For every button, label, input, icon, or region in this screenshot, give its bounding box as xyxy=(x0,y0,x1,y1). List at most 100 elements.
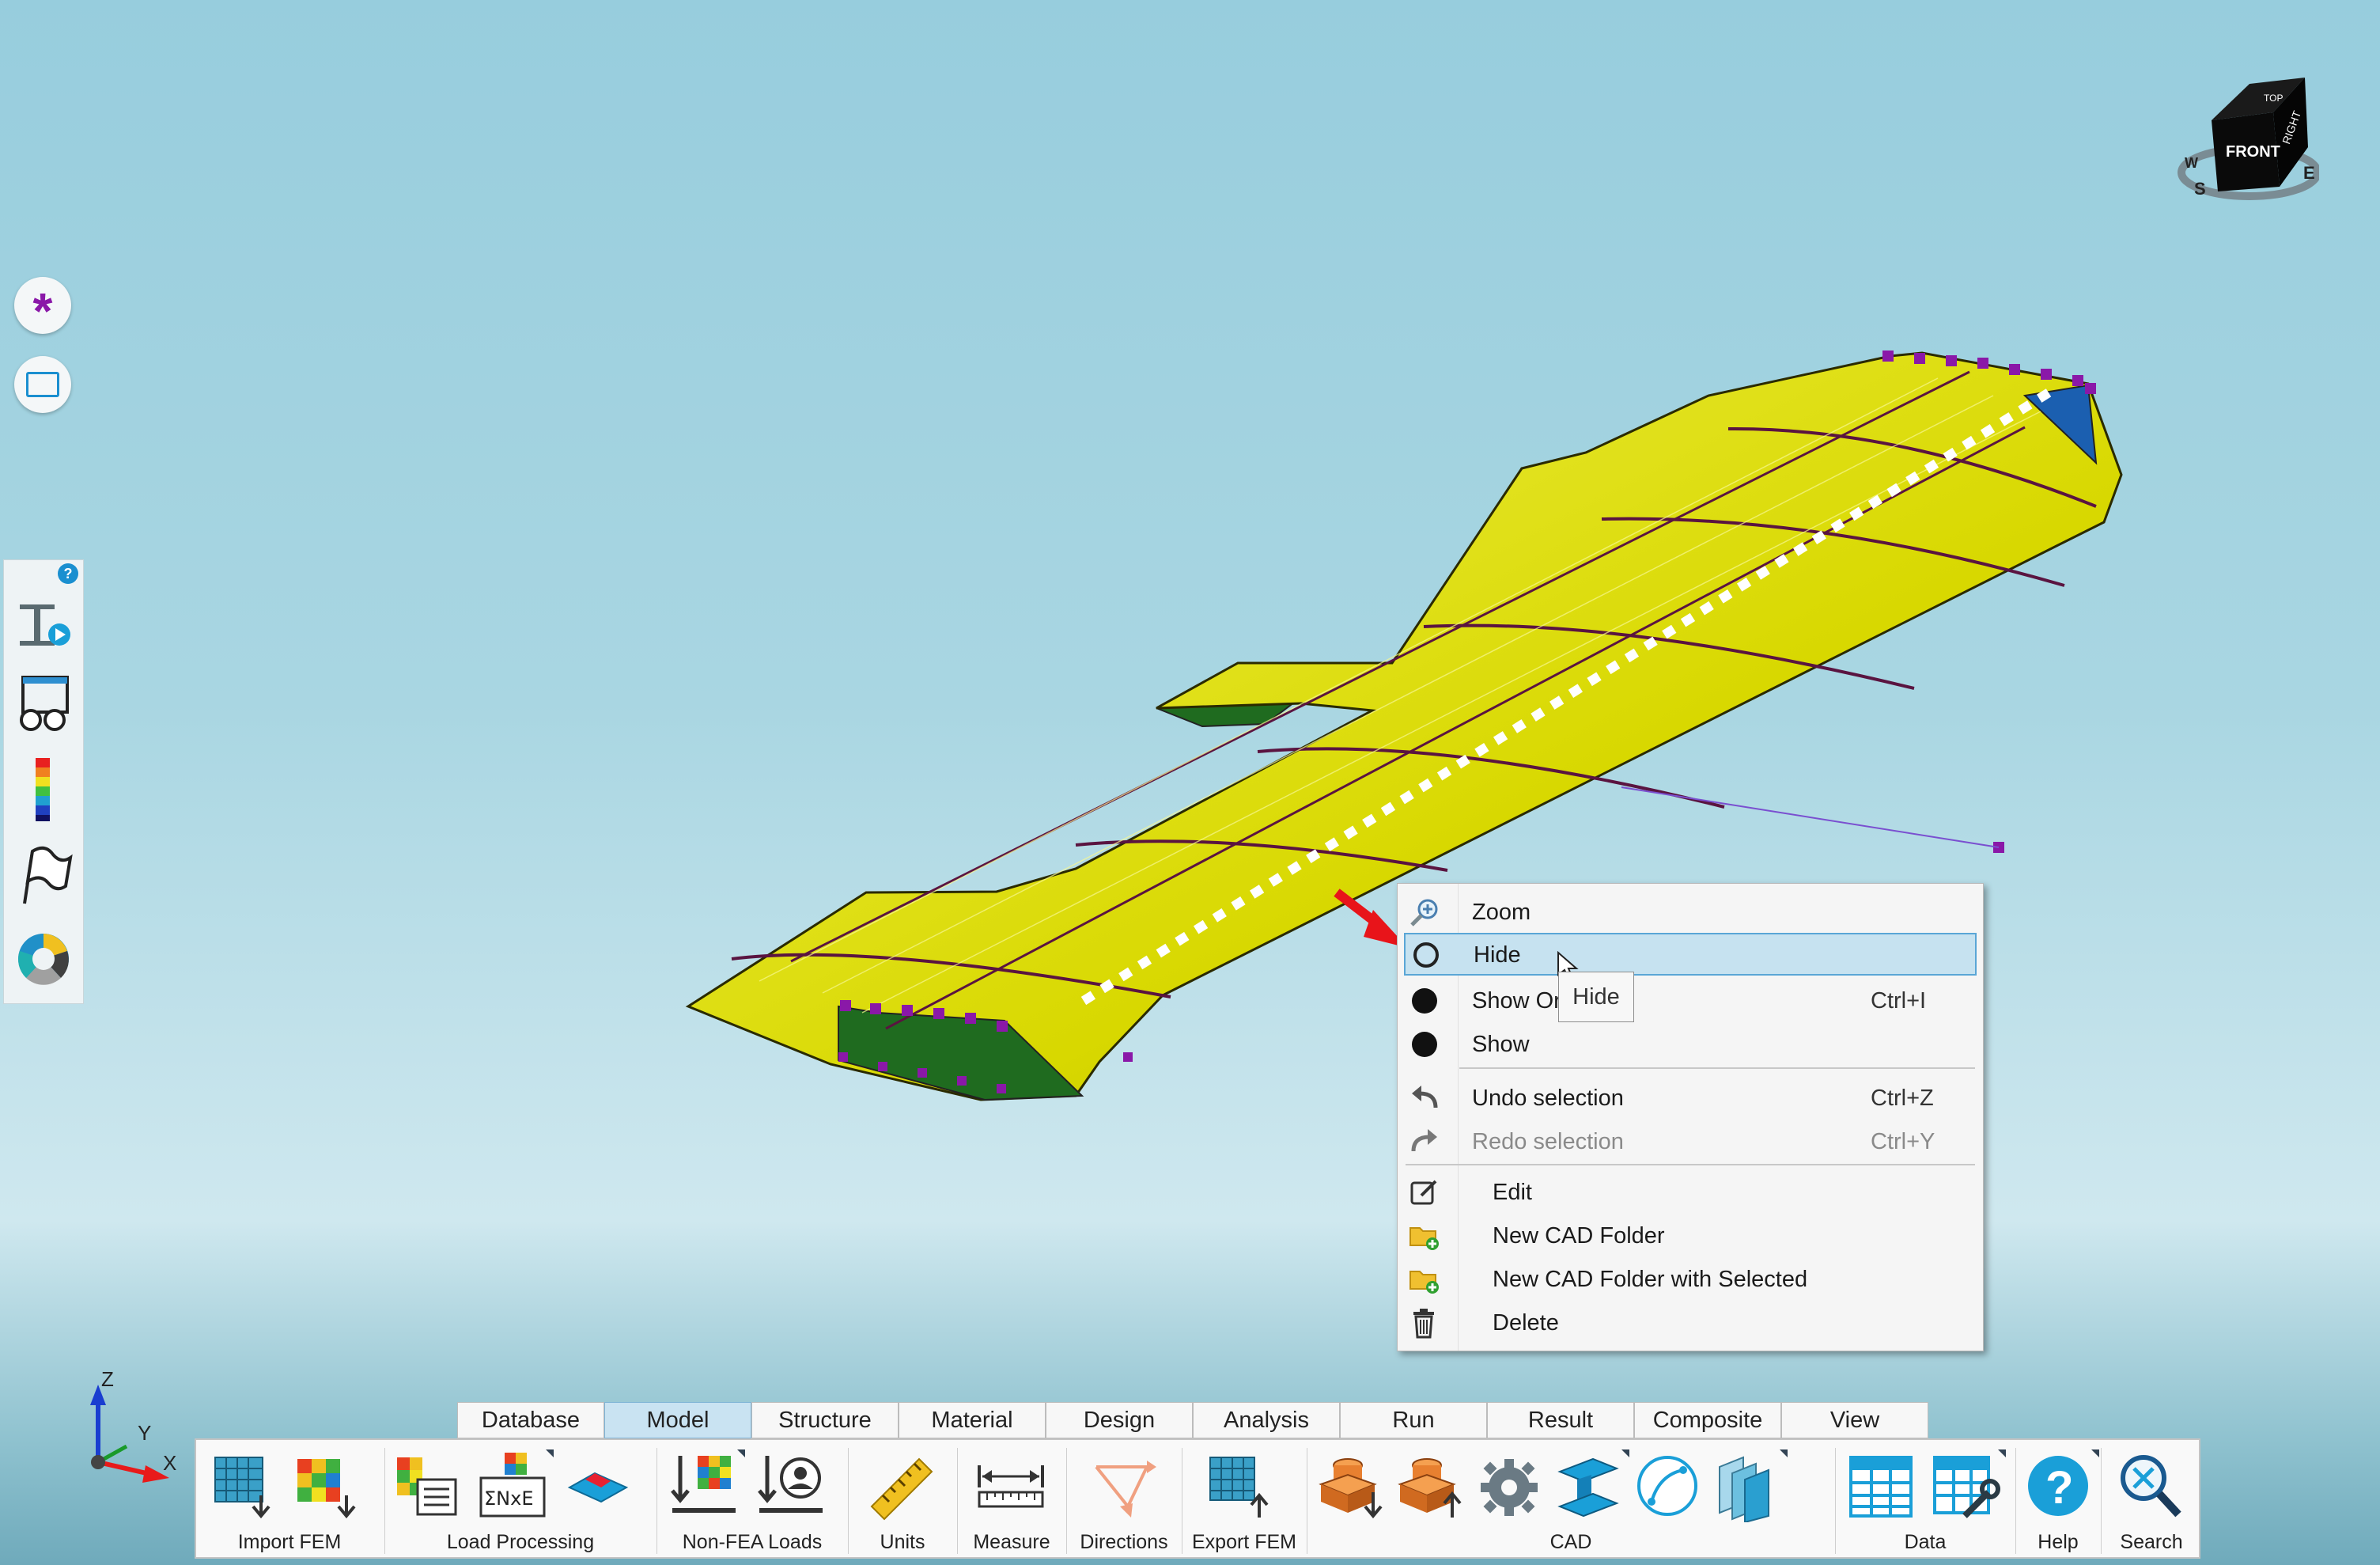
tab-model[interactable]: Model xyxy=(604,1402,751,1438)
data-table-edit-button[interactable] xyxy=(1930,1449,2006,1522)
tab-composite[interactable]: Composite xyxy=(1634,1402,1781,1438)
dropdown-corner-icon xyxy=(546,1449,554,1457)
menu-item-show-only[interactable]: Show Or Ctrl+I xyxy=(1398,979,1983,1021)
tab-analysis[interactable]: Analysis xyxy=(1193,1402,1340,1438)
menu-separator xyxy=(1406,1164,1975,1165)
import-fem-button[interactable] xyxy=(212,1451,283,1522)
group-separator xyxy=(848,1448,849,1554)
directions-button[interactable] xyxy=(1088,1451,1160,1522)
group-export-fem: Export FEM xyxy=(1183,1440,1305,1557)
cad-settings-button[interactable] xyxy=(1474,1451,1546,1522)
menu-item-undo-selection[interactable]: Undo selection Ctrl+Z xyxy=(1398,1076,1983,1119)
cube-face-front[interactable]: FRONT xyxy=(2226,143,2280,161)
data-table-button[interactable] xyxy=(1846,1451,1917,1522)
menu-label-edit: Edit xyxy=(1493,1180,1532,1205)
menu-label-delete: Delete xyxy=(1493,1310,1559,1336)
menu-label-show: Show xyxy=(1472,1032,1530,1057)
group-separator xyxy=(1066,1448,1067,1554)
user-loads-button[interactable] xyxy=(756,1451,827,1522)
dropdown-corner-icon xyxy=(737,1449,745,1457)
load-list-button[interactable] xyxy=(394,1451,465,1522)
text-annotation-tool[interactable] xyxy=(13,589,74,655)
menu-item-delete[interactable]: Delete xyxy=(1398,1301,1983,1343)
load-arrow-grid-icon xyxy=(671,1456,736,1513)
non-fea-loads-button[interactable] xyxy=(669,1449,745,1522)
group-separator xyxy=(384,1448,385,1554)
menu-item-show[interactable]: Show xyxy=(1398,1022,1983,1065)
group-label-cad: CAD xyxy=(1549,1531,1592,1553)
cad-surface-button[interactable] xyxy=(1712,1449,1788,1522)
menu-shortcut-undo: Ctrl+Z xyxy=(1871,1086,1934,1111)
group-directions: Directions xyxy=(1068,1440,1180,1557)
new-folder-icon xyxy=(1409,1220,1440,1252)
menu-item-new-cad-folder[interactable]: New CAD Folder xyxy=(1398,1214,1983,1256)
menu-label-zoom: Zoom xyxy=(1472,900,1531,925)
compass-south: S xyxy=(2194,179,2206,199)
load-transfer-button[interactable] xyxy=(562,1451,633,1522)
menu-item-zoom[interactable]: Zoom xyxy=(1398,890,1983,933)
cad-beam-button[interactable] xyxy=(1553,1449,1629,1522)
rectangle-icon xyxy=(26,372,59,397)
group-data: Data xyxy=(1837,1440,2014,1557)
dropdown-corner-icon xyxy=(1998,1449,2006,1457)
group-separator xyxy=(957,1448,958,1554)
view-glasses-tool[interactable] xyxy=(13,671,74,737)
export-fem-button[interactable] xyxy=(1207,1451,1278,1522)
group-label-non-fea-loads: Non-FEA Loads xyxy=(682,1531,823,1553)
measure-button[interactable] xyxy=(976,1451,1047,1522)
ribbon-toolbar: Import FEM ΣNxE Load Processing Non-FEA … xyxy=(195,1438,2200,1559)
select-all-button[interactable]: * xyxy=(14,277,71,339)
glasses-screen-icon xyxy=(20,676,69,731)
tab-material[interactable]: Material xyxy=(899,1402,1046,1438)
cad-import-button[interactable] xyxy=(1316,1451,1387,1522)
tab-run[interactable]: Run xyxy=(1340,1402,1487,1438)
model-viewport[interactable] xyxy=(0,0,2380,1565)
grid-import-icon xyxy=(214,1457,271,1519)
redo-icon xyxy=(1409,1126,1440,1158)
menu-item-new-cad-folder-with-selected[interactable]: New CAD Folder with Selected xyxy=(1398,1257,1983,1300)
cube-face-top[interactable]: TOP xyxy=(2264,93,2283,104)
group-label-measure: Measure xyxy=(973,1531,1050,1553)
flag-tool[interactable] xyxy=(13,842,74,908)
ruler-icon xyxy=(870,1457,933,1521)
box-select-button[interactable] xyxy=(14,356,71,413)
i-beam-icon xyxy=(1557,1457,1619,1518)
search-icon xyxy=(2121,1455,2181,1518)
diamond-transfer-icon xyxy=(567,1472,629,1503)
menu-item-redo-selection[interactable]: Redo selection Ctrl+Y xyxy=(1398,1120,1983,1162)
compass-west: W xyxy=(2185,155,2198,171)
tab-structure[interactable]: Structure xyxy=(751,1402,899,1438)
tab-database[interactable]: Database xyxy=(457,1402,604,1438)
units-button[interactable] xyxy=(867,1451,938,1522)
compass-east: E xyxy=(2303,163,2315,183)
group-cad: CAD xyxy=(1308,1440,1833,1557)
axis-y-label: Y xyxy=(138,1421,151,1445)
hide-tooltip: Hide xyxy=(1558,972,1634,1022)
filled-circle-icon xyxy=(1409,985,1440,1017)
import-results-button[interactable] xyxy=(294,1451,365,1522)
help-button[interactable]: ? xyxy=(2023,1449,2099,1522)
color-wheel-tool[interactable] xyxy=(13,926,74,992)
filled-circle-icon xyxy=(1409,1029,1440,1060)
colored-grid-list-icon xyxy=(397,1457,457,1516)
menu-item-hide[interactable]: Hide xyxy=(1404,933,1977,976)
color-bar-icon xyxy=(36,758,50,821)
asterisk-icon: * xyxy=(32,282,53,339)
trash-icon xyxy=(1409,1307,1440,1339)
dropdown-corner-icon xyxy=(1780,1449,1788,1457)
menu-item-edit[interactable]: Edit xyxy=(1398,1170,1983,1213)
tab-view[interactable]: View xyxy=(1781,1402,1928,1438)
menu-separator xyxy=(1459,1067,1975,1069)
cad-curve-button[interactable] xyxy=(1633,1451,1704,1522)
tab-design[interactable]: Design xyxy=(1046,1402,1193,1438)
view-cube[interactable]: FRONT RIGHT TOP W S E xyxy=(2177,68,2321,203)
tab-result[interactable]: Result xyxy=(1487,1402,1634,1438)
help-badge-icon[interactable]: ? xyxy=(58,563,78,584)
menu-label-redo: Redo selection xyxy=(1472,1129,1624,1154)
color-legend-tool[interactable] xyxy=(13,756,74,823)
search-button[interactable] xyxy=(2115,1451,2186,1522)
group-label-directions: Directions xyxy=(1080,1531,1168,1553)
load-combination-button[interactable]: ΣNxE xyxy=(478,1449,554,1522)
group-load-processing: ΣNxE Load Processing xyxy=(386,1440,655,1557)
cad-export-button[interactable] xyxy=(1395,1451,1466,1522)
